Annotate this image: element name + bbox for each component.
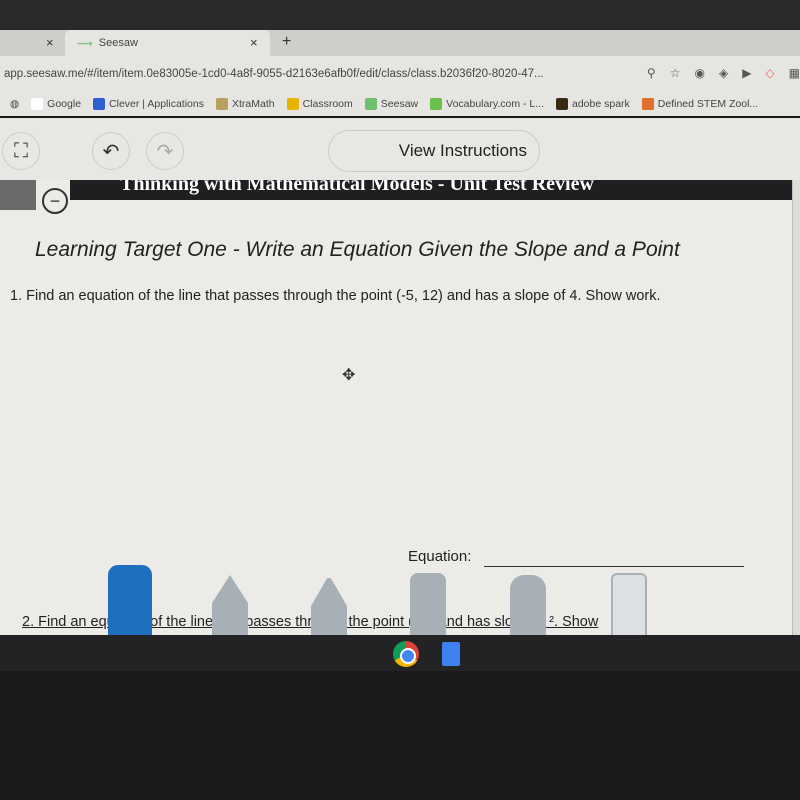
redo-button[interactable]: ↷: [146, 132, 184, 170]
new-tab-button[interactable]: +: [282, 33, 291, 51]
eraser-tool[interactable]: [611, 573, 647, 635]
taskbar: [0, 635, 800, 671]
close-tab-icon[interactable]: ×: [250, 35, 258, 50]
bookmark-google[interactable]: Google: [31, 98, 81, 111]
redo-icon: ↷: [156, 140, 174, 163]
canvas[interactable]: Thinking with Mathematical Models - Unit…: [0, 180, 800, 635]
page-marker: [0, 180, 36, 210]
bookmark-icon: [215, 98, 228, 111]
screen-bezel: [0, 0, 800, 30]
bookmark-icon: [286, 98, 299, 111]
close-tab-icon[interactable]: ×: [46, 35, 54, 50]
marker-tool[interactable]: [410, 573, 446, 635]
pencil-tool[interactable]: [212, 575, 248, 635]
chrome-icon[interactable]: [393, 641, 419, 667]
qr-icon[interactable]: ▦: [789, 66, 800, 80]
address-bar[interactable]: app.seesaw.me/#/item/item.0e83005e-1cd0-…: [0, 56, 800, 92]
zoom-icon[interactable]: ⚲: [647, 66, 656, 80]
bookmark-icon: [93, 98, 106, 111]
glitter-pen-tool[interactable]: [510, 575, 546, 635]
bookmarks-bar: ◍ Google Clever | Applications XtraMath …: [0, 92, 800, 116]
bookmark-icon: [641, 98, 654, 111]
undo-icon: ↶: [102, 140, 120, 163]
bookmark-seesaw[interactable]: Seesaw: [364, 98, 418, 111]
bookmark-icon: [364, 98, 377, 111]
move-cursor-icon: ✥: [342, 367, 356, 384]
tab-strip: × ⟿ Seesaw × +: [0, 30, 800, 56]
scrollbar[interactable]: [792, 180, 800, 635]
bookmark-icon: [430, 98, 443, 111]
bookmark-adobe-spark[interactable]: adobe spark: [556, 98, 630, 111]
fullscreen-button[interactable]: ⛶: [2, 132, 40, 170]
tab-label: Seesaw: [98, 37, 138, 49]
extension-icon[interactable]: ◇: [765, 66, 774, 80]
bookmark-xtramath[interactable]: XtraMath: [215, 98, 275, 111]
view-instructions-button[interactable]: View Instructions: [328, 130, 540, 172]
bookmark-icon: [31, 98, 44, 111]
hand-select-tool[interactable]: [108, 565, 152, 635]
extension-icon[interactable]: ▶: [742, 66, 751, 80]
tab-seesaw[interactable]: ⟿ Seesaw: [65, 30, 270, 56]
fullscreen-icon: ⛶: [14, 139, 28, 162]
url-text: app.seesaw.me/#/item/item.0e83005e-1cd0-…: [4, 68, 544, 80]
extension-icon[interactable]: ◉: [694, 66, 704, 80]
zoom-out-button[interactable]: −: [42, 188, 68, 214]
bookmark-icon: [556, 98, 568, 111]
star-icon[interactable]: ☆: [670, 66, 681, 80]
google-docs-icon[interactable]: [442, 642, 460, 666]
bookmark-classroom[interactable]: Classroom: [286, 98, 353, 111]
bookmark-defined-stem[interactable]: Defined STEM Zool...: [641, 98, 758, 111]
extension-icon[interactable]: ◈: [719, 66, 728, 80]
equation-label: Equation:: [408, 548, 472, 565]
globe-icon: ◍: [10, 98, 20, 110]
pen-tool[interactable]: [311, 578, 347, 635]
equation-answer-line[interactable]: [484, 566, 744, 567]
bookmark-clever[interactable]: Clever | Applications: [93, 98, 204, 111]
learning-target-heading: Learning Target One - Write an Equation …: [35, 238, 680, 261]
banner-title: Thinking with Mathematical Models - Unit…: [70, 180, 800, 200]
undo-button[interactable]: ↶: [92, 132, 130, 170]
seesaw-toolbar: ⛶ ↶ ↷ View Instructions: [0, 118, 800, 180]
bookmark-vocabulary[interactable]: Vocabulary.com - L...: [430, 98, 544, 111]
seesaw-icon: ⟿: [77, 37, 93, 50]
question-1: 1. Find an equation of the line that pas…: [10, 288, 661, 304]
